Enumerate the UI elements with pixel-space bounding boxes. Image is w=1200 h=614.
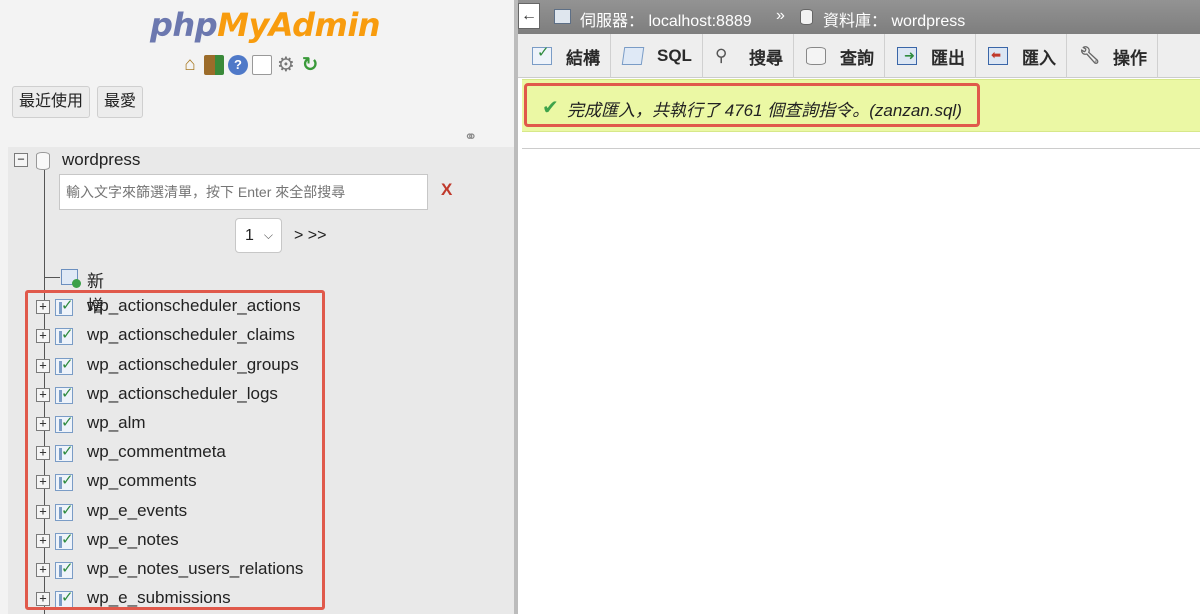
recent-button[interactable]: 最近使用	[12, 86, 91, 118]
home-icon[interactable]: ⌂	[180, 55, 200, 75]
clear-filter-button[interactable]: X	[441, 180, 452, 200]
page-next-link[interactable]: > >>	[294, 227, 326, 245]
tab-label: SQL	[657, 46, 692, 65]
import-icon	[987, 47, 1008, 65]
tab-label: 匯出	[930, 48, 965, 68]
search-icon: ⚲	[714, 46, 728, 65]
breadcrumb-server[interactable]: 伺服器： localhost:8889	[580, 7, 752, 31]
navigation-panel: phpMyAdmin ⌂ ? ⚙ ↻ 最近使用 最愛 ⚭ − wordpress…	[0, 0, 514, 614]
sql-icon	[621, 47, 645, 65]
query-icon	[805, 47, 826, 65]
tab-structure[interactable]: 結構	[520, 34, 611, 78]
reload-icon[interactable]: ↻	[300, 55, 320, 75]
tab-query[interactable]: 查詢	[794, 34, 885, 78]
back-arrow-icon[interactable]: ←	[518, 3, 540, 29]
help-icon[interactable]: ?	[228, 55, 248, 75]
tab-label: 操作	[1112, 48, 1147, 68]
database-icon	[36, 152, 50, 170]
database-icon	[800, 9, 813, 25]
page-select[interactable]: 1 ⌵	[235, 218, 282, 253]
tab-label: 搜尋	[748, 48, 783, 68]
favorites-button[interactable]: 最愛	[97, 86, 144, 118]
database-name[interactable]: wordpress	[62, 150, 140, 170]
breadcrumb-separator: »	[776, 7, 785, 24]
tab-export[interactable]: 匯出	[885, 34, 976, 78]
tab-bar: 結構 SQL ⚲ 搜尋 查詢 匯出 匯入 🔧︎ 操作	[518, 34, 1200, 78]
tab-label: 查詢	[839, 48, 874, 68]
breadcrumb: ← 伺服器： localhost:8889 » 資料庫： wordpress	[518, 0, 1200, 34]
structure-icon	[532, 43, 552, 65]
tab-search[interactable]: ⚲ 搜尋	[703, 34, 794, 78]
chevron-down-icon: ⌵	[263, 228, 273, 242]
divider	[522, 148, 1200, 149]
main-pane: ← 伺服器： localhost:8889 » 資料庫： wordpress 結…	[518, 0, 1200, 614]
tree-line	[44, 277, 60, 278]
highlight-box	[524, 83, 980, 127]
link-icon[interactable]: ⚭	[464, 127, 477, 147]
tab-label: 匯入	[1021, 48, 1056, 68]
tab-operations[interactable]: 🔧︎ 操作	[1067, 34, 1158, 78]
exit-icon[interactable]	[204, 55, 224, 75]
new-table-icon	[61, 269, 81, 288]
tab-label: 結構	[566, 48, 600, 68]
highlight-box	[25, 290, 325, 610]
tab-sql[interactable]: SQL	[611, 34, 703, 78]
docs-icon[interactable]	[252, 55, 272, 75]
page-select-value: 1	[245, 227, 254, 244]
export-icon	[896, 47, 917, 65]
collapse-icon[interactable]: −	[14, 153, 28, 167]
nav-icon-row: ⌂ ? ⚙ ↻	[180, 55, 320, 75]
tab-import[interactable]: 匯入	[976, 34, 1067, 78]
wrench-icon: 🔧︎	[1078, 46, 1101, 65]
settings-icon[interactable]: ⚙	[276, 55, 296, 75]
phpmyadmin-logo[interactable]: phpMyAdmin	[150, 6, 381, 44]
table-filter-input[interactable]	[59, 174, 428, 210]
breadcrumb-database[interactable]: 資料庫： wordpress	[823, 7, 965, 31]
server-icon	[554, 9, 571, 24]
